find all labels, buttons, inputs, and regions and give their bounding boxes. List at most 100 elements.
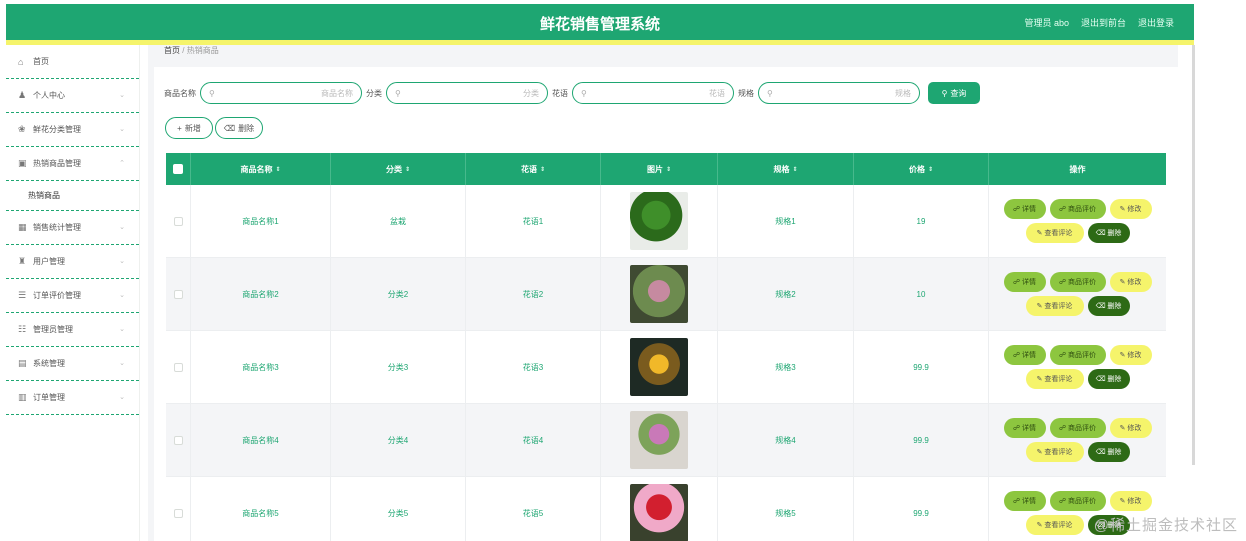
chevron-down-icon: ⌄: [119, 224, 125, 231]
review-button[interactable]: ☍ 商品评价: [1049, 491, 1106, 511]
sidebar-item-home[interactable]: ⌂ 首页: [6, 45, 139, 79]
delete-button[interactable]: ⌫ 删除: [1087, 369, 1130, 389]
cell-name: 商品名称3: [191, 331, 331, 403]
column-header-price[interactable]: 价格 ⇕: [854, 153, 989, 185]
sidebar-item-system[interactable]: ▤ 系统管理 ⌄: [6, 347, 139, 381]
view-review-button[interactable]: ✎ 查看评论: [1025, 223, 1084, 243]
trash-icon: ⌫: [1095, 449, 1108, 456]
edit-button[interactable]: ✎ 修改: [1109, 272, 1152, 292]
goods-table: 商品名称 ⇕ 分类 ⇕ 花语 ⇕ 图片 ⇕ 规格 ⇕ 价格 ⇕ 操作 商品名称1 盆栽 花语…: [166, 153, 1166, 541]
column-header-label: 分类: [385, 164, 402, 174]
cell-category: 分类5: [331, 477, 466, 541]
cell-actions: ☍ 详情 ☍ 商品评价 ✎ 修改 ✎ 查看评论 ⌫ 删除: [989, 404, 1166, 476]
back-to-front-link[interactable]: 退出到前台: [1081, 16, 1126, 29]
sidebar-item-sales-stats[interactable]: ▦ 销售统计管理 ⌄: [6, 211, 139, 245]
review-icon: ☍: [1058, 279, 1069, 286]
cell-name: 商品名称5: [191, 477, 331, 541]
row-checkbox[interactable]: [173, 289, 183, 299]
sidebar-item-category[interactable]: ❀ 鲜花分类管理 ⌄: [6, 113, 139, 147]
cell-spec: 规格4: [718, 404, 854, 476]
detail-button[interactable]: ☍ 详情: [1003, 491, 1046, 511]
column-header-label: 操作: [1069, 164, 1086, 174]
sidebar-item-profile[interactable]: ♟ 个人中心 ⌄: [6, 79, 139, 113]
goods-icon: ▣: [18, 158, 27, 168]
view-review-button-label: 查看评论: [1044, 376, 1073, 383]
detail-button[interactable]: ☍ 详情: [1003, 199, 1046, 219]
column-header-label: 花语: [520, 164, 537, 174]
column-header-language[interactable]: 花语 ⇕: [466, 153, 601, 185]
detail-button-label: 详情: [1022, 279, 1037, 286]
add-button[interactable]: + 新增: [165, 117, 213, 139]
cell-language: 花语4: [466, 404, 601, 476]
review-button-label: 商品评价: [1068, 206, 1097, 213]
page-scrollbar[interactable]: [1192, 45, 1195, 465]
search-input-spec[interactable]: ⚲ 规格: [758, 82, 920, 104]
table-row: 商品名称5 分类5 花语5 规格5 99.9 ☍ 详情 ☍ 商品评价 ✎ 修改 …: [166, 477, 1166, 541]
review-button[interactable]: ☍ 商品评价: [1049, 199, 1106, 219]
delete-button[interactable]: ⌫ 删除: [1087, 296, 1130, 316]
sidebar-subitem-hot-goods[interactable]: 热销商品: [6, 181, 139, 211]
review-button[interactable]: ☍ 商品评价: [1049, 345, 1106, 365]
row-checkbox[interactable]: [173, 216, 183, 226]
product-thumbnail[interactable]: [630, 265, 688, 323]
sidebar-item-users[interactable]: ♜ 用户管理 ⌄: [6, 245, 139, 279]
row-select-cell: [166, 477, 191, 541]
view-review-button[interactable]: ✎ 查看评论: [1025, 369, 1084, 389]
edit-icon: ✎: [1036, 522, 1045, 529]
batch-delete-button[interactable]: ⌫ 删除: [215, 117, 263, 139]
sidebar-item-hot-goods[interactable]: ▣ 热销商品管理 ⌃: [6, 147, 139, 181]
cell-name: 商品名称4: [191, 404, 331, 476]
row-checkbox[interactable]: [173, 435, 183, 445]
review-button[interactable]: ☍ 商品评价: [1049, 272, 1106, 292]
sidebar-item-orders[interactable]: ▥ 订单管理 ⌄: [6, 381, 139, 415]
edit-button[interactable]: ✎ 修改: [1109, 199, 1152, 219]
cell-language: 花语1: [466, 185, 601, 257]
search-placeholder: 规格: [895, 88, 911, 98]
row-actions: ☍ 详情 ☍ 商品评价 ✎ 修改 ✎ 查看评论 ⌫ 删除: [998, 272, 1158, 316]
delete-button-label: 删除: [1107, 449, 1122, 456]
column-header-category[interactable]: 分类 ⇕: [331, 153, 466, 185]
search-input-language[interactable]: ⚲ 花语: [572, 82, 734, 104]
breadcrumb-home[interactable]: 首页: [164, 46, 180, 55]
review-button[interactable]: ☍ 商品评价: [1049, 418, 1106, 438]
search-input-category[interactable]: ⚲ 分类: [386, 82, 548, 104]
detail-button-label: 详情: [1022, 352, 1037, 359]
detail-button[interactable]: ☍ 详情: [1003, 345, 1046, 365]
app-title: 鲜花销售管理系统: [539, 16, 660, 33]
sidebar-item-order-reviews[interactable]: ☰ 订单评价管理 ⌄: [6, 279, 139, 313]
column-header-name[interactable]: 商品名称 ⇕: [191, 153, 331, 185]
search-button[interactable]: ⚲ 查询: [928, 82, 980, 104]
view-review-button[interactable]: ✎ 查看评论: [1025, 442, 1084, 462]
grid-icon: ▦: [18, 222, 27, 232]
logout-link[interactable]: 退出登录: [1138, 16, 1174, 29]
cell-name: 商品名称1: [191, 185, 331, 257]
product-thumbnail[interactable]: [630, 192, 688, 250]
cell-category: 分类2: [331, 258, 466, 330]
edit-button[interactable]: ✎ 修改: [1109, 418, 1152, 438]
edit-button[interactable]: ✎ 修改: [1109, 491, 1152, 511]
row-checkbox[interactable]: [173, 508, 183, 518]
product-thumbnail[interactable]: [630, 484, 688, 541]
product-thumbnail[interactable]: [630, 338, 688, 396]
product-thumbnail[interactable]: [630, 411, 688, 469]
sidebar-item-admins[interactable]: ☷ 管理员管理 ⌄: [6, 313, 139, 347]
detail-button[interactable]: ☍ 详情: [1003, 272, 1046, 292]
view-review-button[interactable]: ✎ 查看评论: [1025, 296, 1084, 316]
view-review-button[interactable]: ✎ 查看评论: [1025, 515, 1084, 535]
delete-button[interactable]: ⌫ 删除: [1087, 442, 1130, 462]
edit-button[interactable]: ✎ 修改: [1109, 345, 1152, 365]
detail-button[interactable]: ☍ 详情: [1003, 418, 1046, 438]
search-icon: ⚲: [395, 88, 401, 98]
row-select-cell: [166, 258, 191, 330]
cell-price: 99.9: [854, 331, 989, 403]
row-checkbox[interactable]: [173, 362, 183, 372]
column-header-label: 图片: [646, 164, 663, 174]
column-header-image[interactable]: 图片 ⇕: [601, 153, 718, 185]
column-header-spec[interactable]: 规格 ⇕: [718, 153, 854, 185]
delete-button[interactable]: ⌫ 删除: [1087, 223, 1130, 243]
search-input-name[interactable]: ⚲ 商品名称: [200, 82, 362, 104]
cell-actions: ☍ 详情 ☍ 商品评价 ✎ 修改 ✎ 查看评论 ⌫ 删除: [989, 258, 1166, 330]
column-header-actions: 操作: [989, 153, 1166, 185]
select-all-checkbox[interactable]: [173, 164, 183, 174]
search-icon: ⚲: [581, 88, 587, 98]
